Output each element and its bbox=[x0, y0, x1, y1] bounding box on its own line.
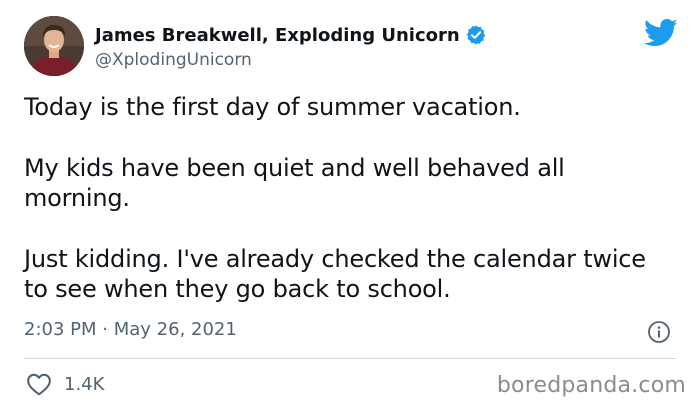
tweet-paragraph: My kids have been quiet and well behaved… bbox=[24, 154, 565, 212]
tweet-timestamp[interactable]: 2:03 PM · May 26, 2021 bbox=[24, 319, 237, 340]
timestamp-separator: · bbox=[102, 319, 108, 340]
author-handle[interactable]: @XplodingUnicorn bbox=[95, 50, 487, 70]
divider bbox=[24, 358, 676, 359]
verified-badge-icon bbox=[465, 24, 487, 46]
tweet-paragraph: Today is the first day of summer vacatio… bbox=[24, 93, 521, 121]
twitter-bird-icon[interactable] bbox=[644, 18, 678, 48]
like-button[interactable]: 1.4K bbox=[26, 372, 104, 396]
info-icon[interactable] bbox=[647, 320, 671, 344]
source-watermark: boredpanda.com bbox=[496, 373, 686, 398]
tweet-time: 2:03 PM bbox=[24, 319, 97, 340]
author-info: James Breakwell, Exploding Unicorn @Xplo… bbox=[95, 22, 487, 70]
avatar[interactable] bbox=[24, 16, 84, 76]
tweet-card: James Breakwell, Exploding Unicorn @Xplo… bbox=[0, 0, 700, 411]
tweet-paragraph: Just kidding. I've already checked the c… bbox=[24, 245, 646, 303]
avatar-photo bbox=[24, 16, 84, 76]
tweet-date: May 26, 2021 bbox=[113, 319, 237, 340]
like-count: 1.4K bbox=[64, 373, 105, 395]
tweet-body: Today is the first day of summer vacatio… bbox=[24, 92, 674, 304]
author-display-name[interactable]: James Breakwell, Exploding Unicorn bbox=[95, 25, 460, 46]
author-name-row: James Breakwell, Exploding Unicorn bbox=[95, 22, 487, 48]
heart-icon bbox=[27, 373, 51, 396]
